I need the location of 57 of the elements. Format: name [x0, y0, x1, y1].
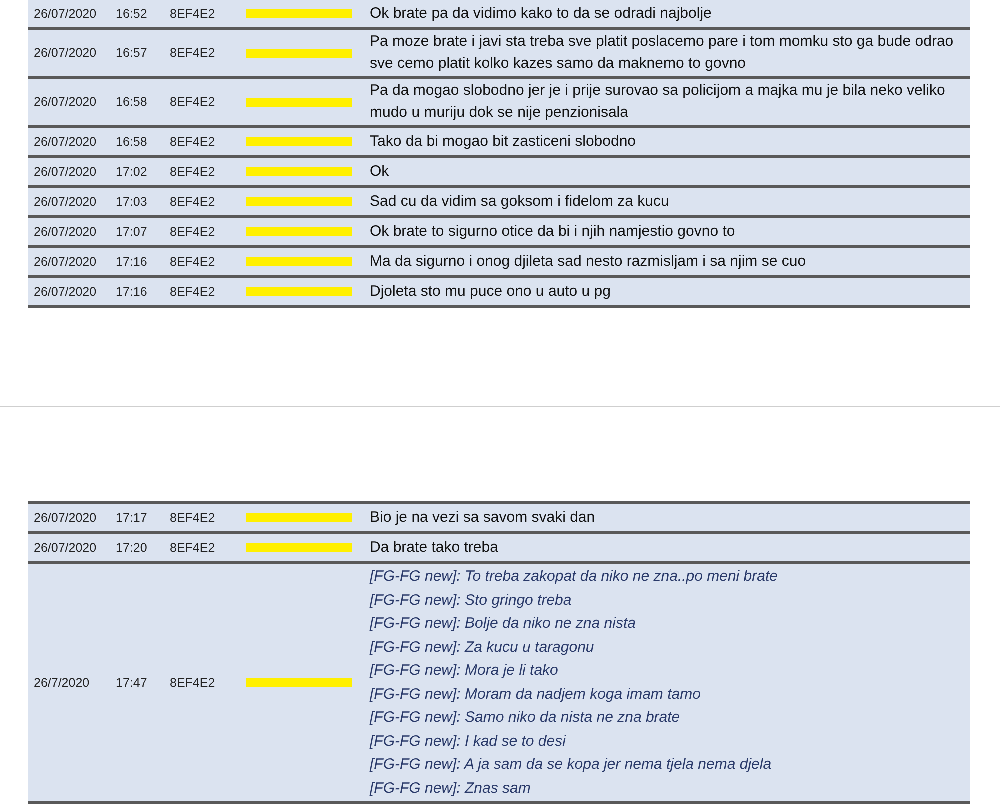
date-cell-text: 26/07/2020 — [33, 284, 98, 298]
device-id-cell-text: 8EF4E2 — [169, 164, 216, 178]
message-text: Ok brate pa da vidimo kako to da se odradi najbolje — [370, 4, 713, 24]
time-cell-text: 16:58 — [115, 134, 148, 148]
date-cell-text: 26/07/2020 — [33, 164, 98, 178]
time-cell-text: 17:16 — [115, 254, 148, 268]
device-id-cell-text: 8EF4E2 — [169, 46, 216, 60]
date-cell-text: 26/07/2020 — [33, 254, 98, 268]
time-cell-text: 17:20 — [115, 540, 148, 554]
device-id-cell-text: 8EF4E2 — [169, 134, 216, 148]
device-id-cell-text: 8EF4E2 — [169, 254, 216, 268]
message-text: Djoleta sto mu puce ono u auto u pg — [370, 282, 612, 302]
date-cell-text: 26/07/2020 — [33, 46, 98, 60]
message-text: [FG-FG new]: Za kucu u taragonu — [370, 638, 596, 658]
date-cell-text: 26/07/2020 — [33, 540, 98, 554]
date-cell-text: 26/7/2020 — [33, 676, 91, 690]
device-id-cell-text: 8EF4E2 — [169, 284, 216, 298]
message-text: [FG-FG new]: I kad se to desi — [370, 732, 568, 752]
time-cell-text: 16:58 — [115, 95, 148, 109]
device-id-cell-text: 8EF4E2 — [169, 224, 216, 238]
message-text: [FG-FG new]: Bolje da niko ne zna nista — [370, 614, 637, 634]
device-id-cell-text: 8EF4E2 — [169, 6, 216, 20]
message-text: [FG-FG new]: Sto gringo treba — [370, 590, 573, 610]
message-text: [FG-FG new]: A ja sam da se kopa jer nema tjela nema djela — [370, 755, 773, 775]
time-cell-text: 17:17 — [115, 510, 148, 524]
message-text: [FG-FG new]: To treba zakopat da niko ne zna..po meni brate — [370, 567, 779, 587]
time-cell-text: 17:02 — [115, 164, 148, 178]
device-id-cell-text: 8EF4E2 — [169, 510, 216, 524]
device-id-cell-text: 8EF4E2 — [169, 95, 216, 109]
message-text: Da brate tako treba — [370, 538, 500, 558]
time-cell-text: 17:07 — [115, 224, 148, 238]
message-text: [FG-FG new]: Mora je li tako — [370, 661, 560, 681]
date-cell-text: 26/07/2020 — [33, 510, 98, 524]
message-text: [FG-FG new]: Znas sam — [370, 778, 532, 798]
date-cell-text: 26/07/2020 — [33, 6, 98, 20]
date-cell-text: 26/07/2020 — [33, 95, 98, 109]
date-cell-text: 26/07/2020 — [33, 194, 98, 208]
message-text: Sad cu da vidim sa goksom i fidelom za kucu — [370, 192, 670, 212]
message-text: Tako da bi mogao bit zasticeni slobodno — [370, 132, 638, 152]
time-cell-text: 17:16 — [115, 284, 148, 298]
message-text: Ok brate to sigurno otice da bi i njih namjestio govno to — [370, 222, 736, 242]
device-id-cell-text: 8EF4E2 — [169, 194, 216, 208]
device-id-cell-text: 8EF4E2 — [169, 540, 216, 554]
message-text: [FG-FG new]: Moram da nadjem koga imam tamo — [370, 684, 702, 704]
time-cell-text: 17:47 — [115, 676, 148, 690]
message-text: Bio je na vezi sa savom svaki dan — [370, 508, 596, 528]
time-cell-text: 17:03 — [115, 194, 148, 208]
message-text: [FG-FG new]: Samo niko da nista ne zna brate — [370, 708, 682, 728]
message-text: Pa da mogao slobodno jer je i prije surovao sa policijom a majka mu je bila neko veliko mudo u muriju dok se nije penzionisala — [370, 81, 946, 123]
time-cell-text: 16:52 — [115, 6, 148, 20]
date-cell-text: 26/07/2020 — [33, 224, 98, 238]
message-text: Ma da sigurno i onog djileta sad nesto razmisljam i sa njim se cuo — [370, 252, 808, 272]
message-text: Ok — [370, 162, 390, 182]
device-id-cell-text: 8EF4E2 — [169, 676, 216, 690]
message-text: Pa moze brate i javi sta treba sve platit poslacemo pare i tom momku sto ga bude odrao sve cemo platit kolko kazes samo da maknemo to govno — [370, 32, 955, 74]
time-cell-text: 16:57 — [115, 46, 148, 60]
date-cell-text: 26/07/2020 — [33, 134, 98, 148]
